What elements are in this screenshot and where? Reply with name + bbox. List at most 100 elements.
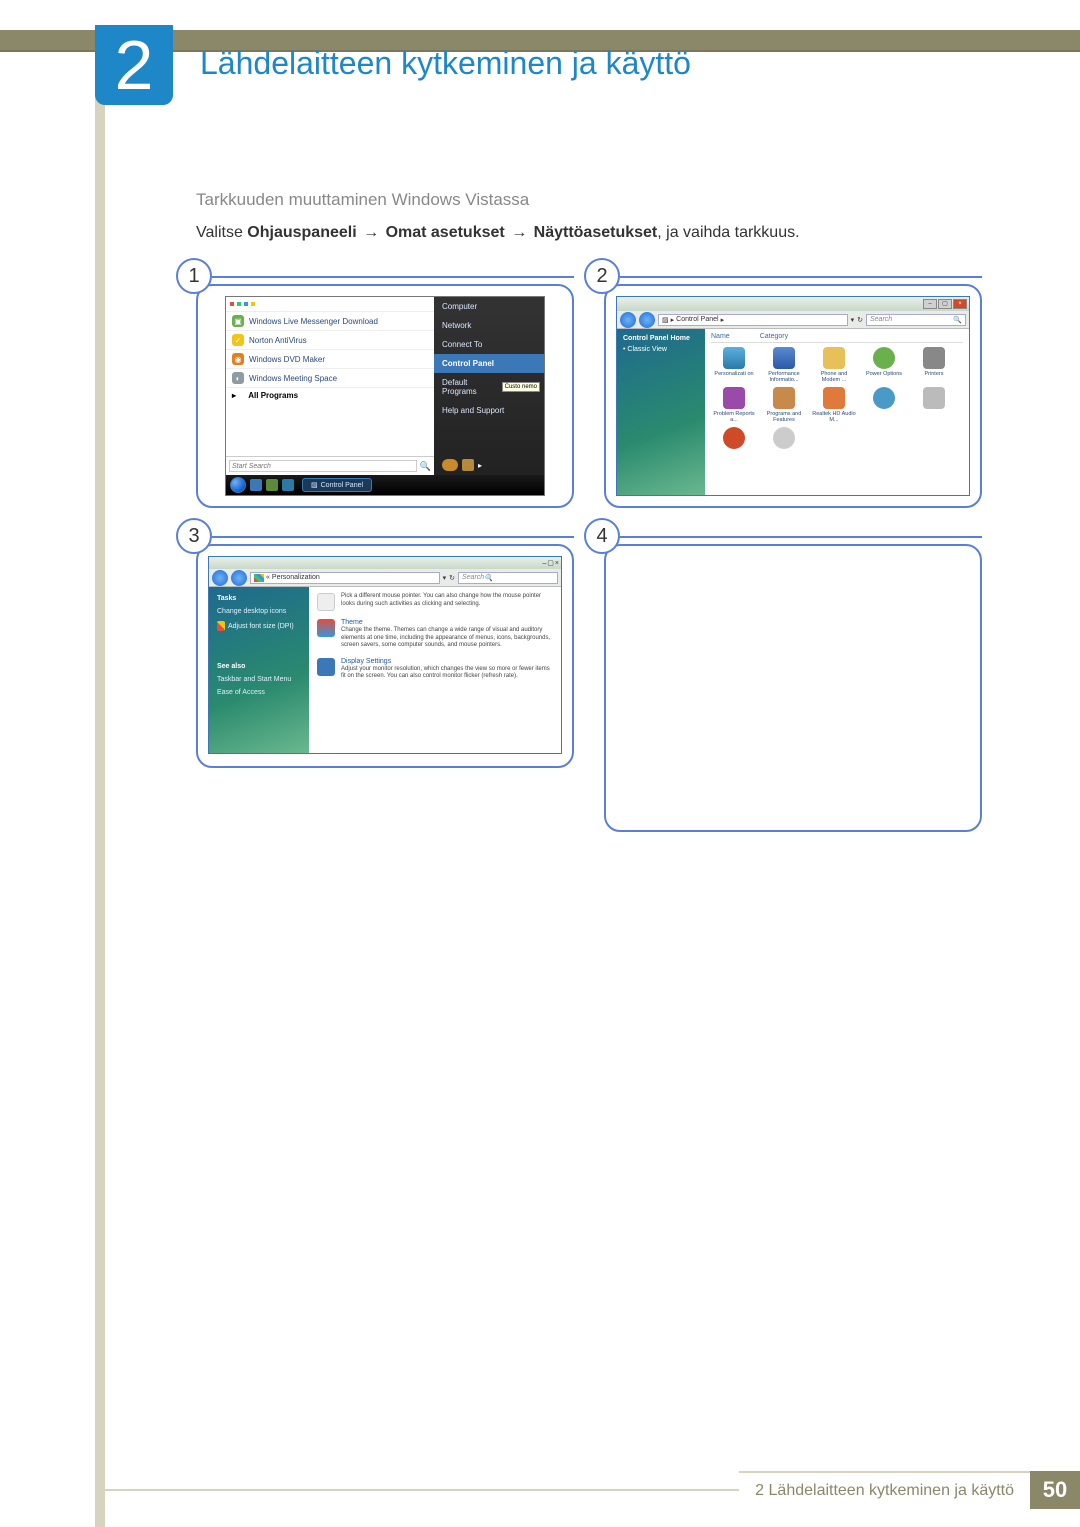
right-item-connect[interactable]: Connect To	[434, 335, 544, 354]
shutdown-arrow-icon[interactable]: ▸	[478, 461, 482, 470]
panel-number: 4	[584, 518, 620, 554]
quick-launch-icon[interactable]	[250, 479, 262, 491]
panel-number: 3	[176, 518, 212, 554]
sidebar-link-dpi[interactable]: Adjust font size (DPI)	[217, 621, 301, 631]
search-icon: 🔍	[484, 574, 493, 582]
forward-button[interactable]	[639, 312, 655, 328]
maximize-button[interactable]: ▢	[547, 559, 554, 567]
dropdown-arrow-icon[interactable]: ▾	[443, 574, 447, 582]
quick-launch-icon[interactable]	[282, 479, 294, 491]
minimize-button[interactable]: –	[923, 299, 937, 309]
screenshot-start-menu: ▣Windows Live Messenger Download ✓Norton…	[225, 296, 545, 496]
personalization-icon	[254, 574, 264, 582]
sidebar-link-desktop-icons[interactable]: Change desktop icons	[217, 608, 301, 615]
entry-theme[interactable]: ThemeChange the theme. Themes can change…	[317, 619, 553, 650]
column-headers: Name Category	[711, 333, 963, 343]
start-orb[interactable]	[230, 477, 246, 493]
right-item-default[interactable]: Default Programs Custo nemo	[434, 373, 544, 401]
address-bar: « Personalization ▾ ↻ Search 🔍	[209, 569, 561, 587]
right-item-computer[interactable]: Computer	[434, 297, 544, 316]
close-button[interactable]: ×	[953, 299, 967, 309]
search-box[interactable]: Search 🔍	[866, 314, 966, 326]
refresh-icon[interactable]: ↻	[857, 316, 863, 324]
menu-item-messenger[interactable]: ▣Windows Live Messenger Download	[226, 311, 434, 330]
cp-item-more[interactable]	[861, 387, 907, 423]
sidebar-link-classic[interactable]: • Classic View	[623, 346, 699, 353]
control-panel-icon: ▨	[662, 316, 669, 324]
screenshot-control-panel: – ▢ × ▨ ▸ Control Panel ▸ ▾	[616, 296, 970, 496]
taskbar-button-control-panel[interactable]: ▨ Control Panel	[302, 478, 372, 492]
control-panel-items: Personalizati on Performance Informatio.…	[711, 347, 963, 449]
quick-launch-icon[interactable]	[266, 479, 278, 491]
dropdown-arrow-icon[interactable]: ▾	[851, 316, 855, 324]
shield-icon	[217, 621, 225, 631]
panel-divider	[212, 276, 574, 278]
cp-item-more[interactable]	[911, 387, 957, 423]
instruction-line: Valitse Ohjauspaneeli → Omat asetukset →…	[196, 224, 985, 242]
start-menu-left: ▣Windows Live Messenger Download ✓Norton…	[226, 297, 434, 475]
sleep-button[interactable]	[442, 459, 458, 471]
entry-display-settings[interactable]: Display SettingsAdjust your monitor reso…	[317, 658, 553, 681]
forward-button[interactable]	[231, 570, 247, 586]
sidebar-link-ease[interactable]: Ease of Access	[217, 689, 301, 696]
cp-item-more[interactable]	[761, 427, 807, 449]
breadcrumb-text: Control Panel	[676, 316, 718, 323]
main-area: Name Category Personalizati on Performan…	[705, 329, 969, 495]
menu-item-norton[interactable]: ✓Norton AntiVirus	[226, 330, 434, 349]
power-row: ▸	[434, 455, 544, 475]
sidebar-link-taskbar[interactable]: Taskbar and Start Menu	[217, 676, 301, 683]
search-box[interactable]: Search 🔍	[458, 572, 558, 584]
menu-item-all-programs[interactable]: ▸ All Programs	[226, 387, 434, 403]
search-icon[interactable]: 🔍	[420, 461, 431, 472]
start-search-input[interactable]	[229, 460, 417, 472]
right-item-network[interactable]: Network	[434, 316, 544, 335]
panel-divider	[620, 276, 982, 278]
back-button[interactable]	[620, 312, 636, 328]
instruction-prefix: Valitse	[196, 224, 247, 241]
refresh-icon[interactable]: ↻	[449, 574, 455, 582]
cp-item-realtek[interactable]: Realtek HD Audio M...	[811, 387, 857, 423]
back-button[interactable]	[212, 570, 228, 586]
cp-item-more[interactable]	[711, 427, 757, 449]
breadcrumb-sep-icon: ▸	[671, 316, 675, 324]
right-item-help[interactable]: Help and Support	[434, 401, 544, 420]
arrow-right-icon: ▸	[232, 391, 236, 400]
lock-button[interactable]	[462, 459, 474, 471]
panel-1-wrap: 1 ▣Windows Live Messenger Download ✓Nort…	[196, 278, 574, 508]
sidebar: Tasks Change desktop icons Adjust font s…	[209, 587, 309, 753]
sidebar-heading-tasks: Tasks	[217, 595, 301, 602]
cp-item-printers[interactable]: Printers	[911, 347, 957, 383]
cp-item-power[interactable]: Power Options	[861, 347, 907, 383]
path-1: Ohjauspaneeli	[247, 224, 356, 241]
screenshot-personalization: – ▢ × « Personalization ▾ ↻	[208, 556, 562, 754]
panel-number: 1	[176, 258, 212, 294]
page-footer: 2 Lähdelaitteen kytkeminen ja käyttö 50	[95, 1471, 1080, 1509]
breadcrumb-bar[interactable]: « Personalization	[250, 572, 440, 584]
display-icon	[317, 658, 335, 676]
side-stripe	[95, 30, 105, 1527]
arrow-icon: →	[511, 224, 527, 241]
col-name[interactable]: Name	[711, 333, 730, 340]
section-title: Tarkkuuden muuttaminen Windows Vistassa	[196, 190, 985, 210]
cp-item-personalization[interactable]: Personalizati on	[711, 347, 757, 383]
menu-item-meeting[interactable]: ◐Windows Meeting Space	[226, 368, 434, 387]
minimize-button[interactable]: –	[542, 560, 546, 567]
menu-item-dvdmaker[interactable]: ◉Windows DVD Maker	[226, 349, 434, 368]
col-category[interactable]: Category	[760, 333, 788, 340]
right-item-control-panel[interactable]: Control Panel	[434, 354, 544, 373]
breadcrumb-sep-icon: ▸	[721, 316, 725, 324]
cp-item-programs[interactable]: Programs and Features	[761, 387, 807, 423]
logo-tiles	[226, 297, 434, 311]
main-area: Pick a different mouse pointer. You can …	[309, 587, 561, 753]
start-menu-right: Computer Network Connect To Control Pane…	[434, 297, 544, 475]
instruction-suffix: , ja vaihda tarkkuus.	[657, 224, 799, 241]
cp-item-phone[interactable]: Phone and Modem ...	[811, 347, 857, 383]
entry-mouse[interactable]: Pick a different mouse pointer. You can …	[317, 593, 553, 611]
breadcrumb-text: Personalization	[272, 574, 320, 581]
cp-item-performance[interactable]: Performance Informatio...	[761, 347, 807, 383]
close-button[interactable]: ×	[555, 560, 559, 567]
cp-item-problem[interactable]: Problem Reports a...	[711, 387, 757, 423]
breadcrumb-bar[interactable]: ▨ ▸ Control Panel ▸	[658, 314, 848, 326]
sidebar-link-home[interactable]: Control Panel Home	[623, 335, 699, 342]
maximize-button[interactable]: ▢	[938, 299, 952, 309]
